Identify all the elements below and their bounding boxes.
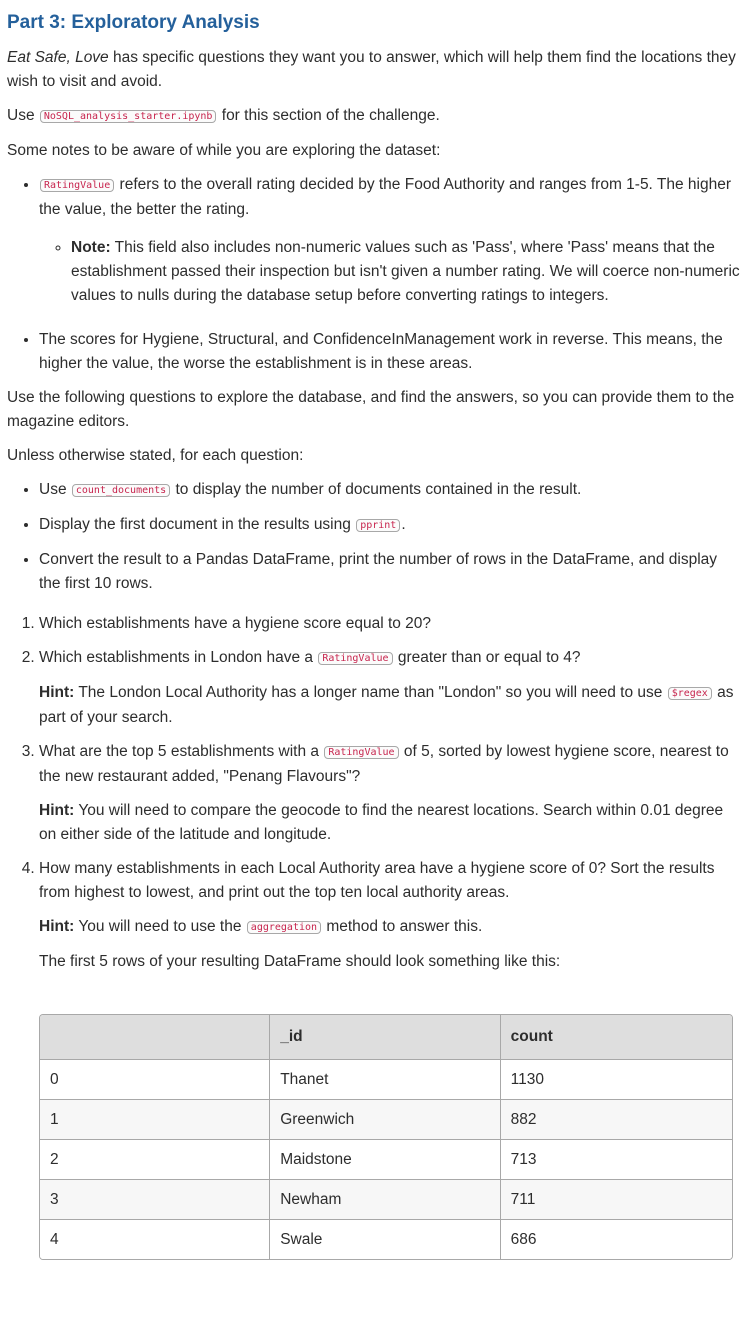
question-4-hint: Hint: You will need to use the aggregati…: [39, 915, 742, 940]
table-header-row: _id count: [40, 1015, 732, 1060]
step-text: Use: [39, 481, 71, 498]
rating-value-code: RatingValue: [318, 652, 393, 665]
pprint-code: pprint: [356, 519, 401, 532]
question-2-text: Which establishments in London have a: [39, 649, 318, 666]
questions-intro: Use the following questions to explore t…: [7, 389, 735, 430]
aggregation-code: aggregation: [246, 921, 322, 934]
note-label: Note:: [71, 239, 111, 256]
regex-code: $regex: [667, 687, 712, 700]
note-rating-value: RatingValue refers to the overall rating…: [39, 173, 742, 308]
table-row: 0 Thanet 1130: [40, 1060, 732, 1100]
table-row: 3 Newham 711: [40, 1180, 732, 1220]
document: Part 3: Exploratory Analysis Eat Safe, L…: [0, 0, 750, 1260]
question-4: How many establishments in each Local Au…: [39, 857, 742, 974]
rating-value-code: RatingValue: [324, 746, 399, 759]
question-2-hint: Hint: The London Local Authority has a l…: [39, 681, 742, 730]
hint-text: You will need to compare the geocode to …: [39, 802, 724, 843]
question-3: What are the top 5 establishments with a…: [39, 740, 742, 847]
brand-name: Eat Safe, Love: [7, 49, 109, 66]
cell-id: Maidstone: [270, 1140, 501, 1180]
note-rating-text: refers to the overall rating decided by …: [39, 176, 731, 218]
hint-text: The London Local Authority has a longer …: [74, 684, 667, 701]
cell-id: Newham: [270, 1180, 501, 1220]
note-non-numeric: Note: This field also includes non-numer…: [71, 236, 742, 308]
section-heading: Part 3: Exploratory Analysis: [7, 12, 260, 33]
header-count: count: [500, 1015, 732, 1060]
step-count-documents: Use count_documents to display the numbe…: [39, 478, 742, 503]
step-text-end: .: [401, 516, 406, 533]
table-row: 4 Swale 686: [40, 1220, 732, 1259]
step-text: Display the first document in the result…: [39, 516, 356, 533]
cell-count: 686: [500, 1220, 732, 1259]
results-table-wrapper: _id count 0 Thanet 1130 1 Greenwich 882 …: [39, 1014, 734, 1260]
table-intro: The first 5 rows of your resulting DataF…: [39, 953, 561, 970]
use-text-end: for this section of the challenge.: [217, 107, 440, 124]
hint-label: Hint:: [39, 802, 75, 819]
cell-index: 4: [40, 1220, 271, 1259]
table-row: 1 Greenwich 882: [40, 1100, 732, 1140]
cell-count: 713: [500, 1140, 732, 1180]
table-row: 2 Maidstone 713: [40, 1140, 732, 1180]
question-2: Which establishments in London have a Ra…: [39, 646, 742, 730]
step-text-end: to display the number of documents conta…: [171, 481, 582, 498]
cell-id: Swale: [270, 1220, 501, 1259]
intro-paragraph: Eat Safe, Love has specific questions th…: [7, 46, 742, 94]
question-3-text: What are the top 5 establishments with a: [39, 743, 324, 760]
cell-id: Greenwich: [270, 1100, 501, 1140]
header-id: _id: [270, 1015, 501, 1060]
question-3-hint: Hint: You will need to compare the geoco…: [39, 799, 742, 847]
steps-list: Use count_documents to display the numbe…: [7, 478, 742, 596]
cell-count: 1130: [500, 1060, 732, 1100]
use-text: Use: [7, 107, 39, 124]
note-sublist: Note: This field also includes non-numer…: [39, 236, 742, 308]
question-1-text: Which establishments have a hygiene scor…: [39, 615, 432, 632]
cell-index: 2: [40, 1140, 271, 1180]
hint-text-end: method to answer this.: [322, 918, 483, 935]
cell-index: 0: [40, 1060, 271, 1100]
hint-label: Hint:: [39, 684, 75, 701]
notes-intro: Some notes to be aware of while you are …: [7, 142, 441, 159]
question-1: Which establishments have a hygiene scor…: [39, 612, 742, 636]
cell-index: 3: [40, 1180, 271, 1220]
note-non-numeric-text: This field also includes non-numeric val…: [71, 239, 740, 304]
use-notebook-paragraph: Use NoSQL_analysis_starter.ipynb for thi…: [7, 104, 742, 129]
cell-index: 1: [40, 1100, 271, 1140]
cell-count: 882: [500, 1100, 732, 1140]
notebook-filename-code: NoSQL_analysis_starter.ipynb: [39, 110, 217, 123]
step-dataframe: Convert the result to a Pandas DataFrame…: [39, 548, 742, 596]
cell-id: Thanet: [270, 1060, 501, 1100]
rating-value-code: RatingValue: [40, 179, 115, 192]
note-reverse-scores: The scores for Hygiene, Structural, and …: [39, 328, 742, 376]
step-pprint: Display the first document in the result…: [39, 513, 742, 538]
intro-text: has specific questions they want you to …: [7, 49, 736, 90]
notes-list: RatingValue refers to the overall rating…: [7, 173, 742, 376]
question-4-text: How many establishments in each Local Au…: [39, 860, 715, 901]
results-table: _id count 0 Thanet 1130 1 Greenwich 882 …: [39, 1014, 733, 1260]
unless-stated: Unless otherwise stated, for each questi…: [7, 447, 304, 464]
questions-list: Which establishments have a hygiene scor…: [7, 612, 742, 974]
hint-label: Hint:: [39, 918, 75, 935]
count-documents-code: count_documents: [71, 484, 171, 497]
hint-text: You will need to use the: [74, 918, 246, 935]
cell-count: 711: [500, 1180, 732, 1220]
question-2-text-end: greater than or equal to 4?: [393, 649, 581, 666]
header-index: [40, 1015, 271, 1060]
